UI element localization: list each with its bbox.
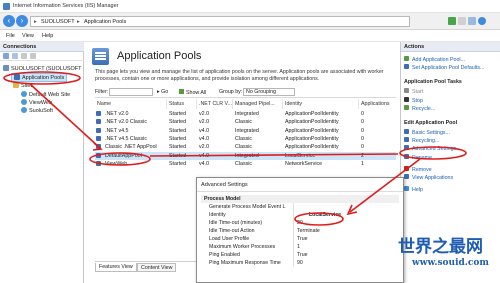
annotation-circle-row <box>89 152 151 166</box>
annotation-line-to-actions <box>149 153 399 157</box>
annotation-circle-app-pools <box>3 71 81 85</box>
annotation-arrowhead-1 <box>92 142 103 151</box>
annotation-circle-identity <box>294 212 344 226</box>
watermark-title: 世界之最网 <box>398 237 483 257</box>
annotation-arrow-2 <box>349 158 421 213</box>
annotation-circle-advanced <box>399 146 467 160</box>
watermark-url: www.souid.com <box>412 258 489 268</box>
annotation-arrow-1 <box>29 83 101 149</box>
